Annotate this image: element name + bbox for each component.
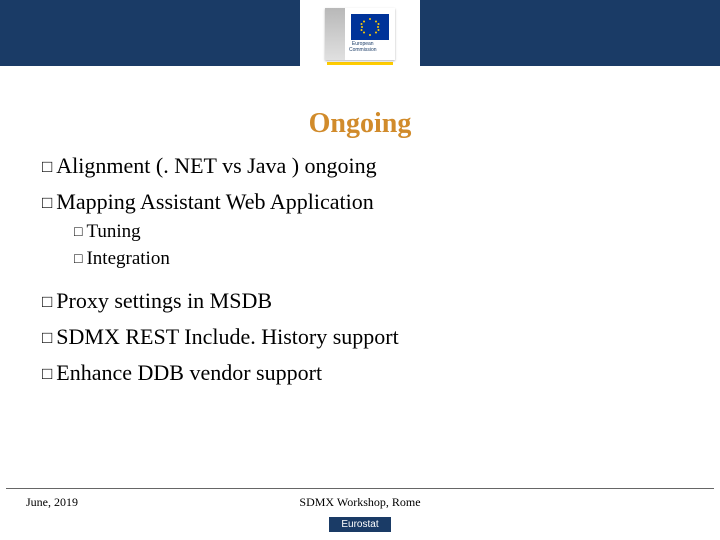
sub-bullet-text: Integration [86,248,169,269]
bullet-item: SDMX REST Include. History support [42,321,682,353]
bullet-list: Proxy settings in MSDB SDMX REST Include… [42,285,682,389]
header-bar: European Commission [0,0,720,66]
bullet-item: Mapping Assistant Web Application Tuning… [42,186,682,273]
ec-logo-text-line2: Commission [349,47,377,53]
ec-logo: European Commission [315,8,405,65]
bullet-text: SDMX REST Include. History support [56,324,398,349]
sub-bullet-item: Tuning [74,218,682,246]
bullet-item: Proxy settings in MSDB [42,285,682,317]
bullet-item: Enhance DDB vendor support [42,357,682,389]
eurostat-badge: Eurostat [329,517,390,532]
bullet-text: Enhance DDB vendor support [56,360,322,385]
slide-body: Alignment (. NET vs Java ) ongoing Mappi… [0,150,720,488]
ec-logo-box: European Commission [325,8,395,60]
footer-date: June, 2019 [26,495,106,510]
bullet-text: Mapping Assistant Web Application [56,189,373,214]
ec-logo-text: European Commission [349,42,377,53]
bullet-text: Alignment (. NET vs Java ) ongoing [56,153,376,178]
bullet-item: Alignment (. NET vs Java ) ongoing [42,150,682,182]
spacer [42,277,682,285]
sub-bullet-item: Integration [74,245,682,273]
sub-bullet-text: Tuning [86,221,140,242]
ec-logo-underline [327,62,393,65]
sub-bullet-list: Tuning Integration [74,218,682,273]
footer-venue: SDMX Workshop, Rome [106,495,614,510]
eu-flag-icon [351,14,389,40]
footer-row: June, 2019 SDMX Workshop, Rome [0,489,720,510]
ec-logo-column-icon [325,8,345,60]
bullet-text: Proxy settings in MSDB [56,288,272,313]
bullet-list: Alignment (. NET vs Java ) ongoing Mappi… [42,150,682,273]
slide-title: Ongoing [0,108,720,140]
footer-badge-wrap: Eurostat [0,514,720,540]
slide: European Commission Ongoing Alignment (.… [0,0,720,540]
footer: June, 2019 SDMX Workshop, Rome Eurostat [0,488,720,540]
